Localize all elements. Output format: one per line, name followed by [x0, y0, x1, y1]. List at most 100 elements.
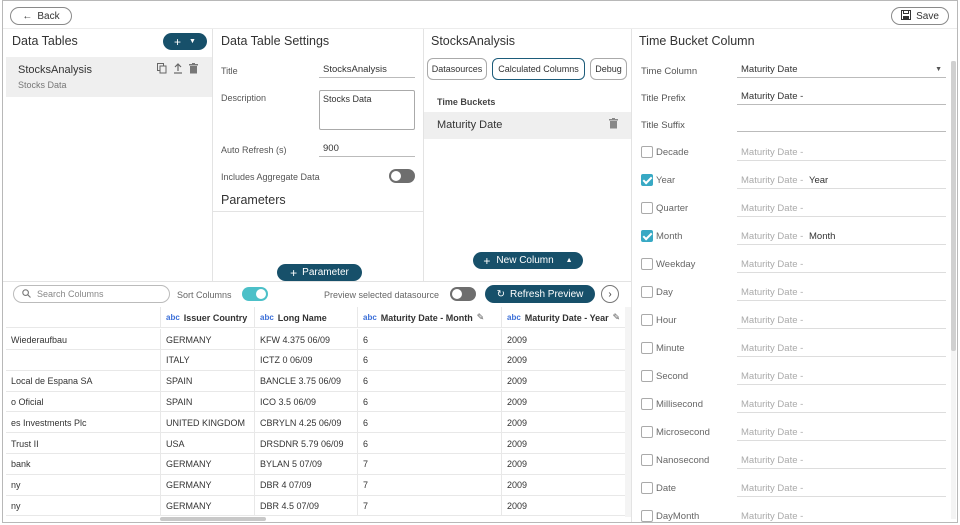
save-button[interactable]: Save [891, 7, 949, 25]
option-title-field[interactable]: Maturity Date - [737, 144, 946, 161]
option-label: Year [656, 175, 676, 186]
column-header[interactable]: abc Maturity Date - Year ✎ [502, 307, 630, 328]
table-cell: 6 [358, 391, 502, 413]
option-title-field[interactable]: Maturity Date - [737, 368, 946, 385]
bucket-option-row: Millisecond Maturity Date - [641, 396, 946, 413]
table-cell: 2009 [502, 329, 630, 350]
option-title-field[interactable]: Maturity Date - [737, 452, 946, 469]
scrollbar-thumb[interactable] [951, 61, 956, 351]
text-type-badge: abc [260, 313, 274, 322]
table-cell: 2009 [502, 412, 630, 434]
trash-icon[interactable] [609, 118, 618, 132]
text-type-badge: abc [166, 313, 180, 322]
table-cell: 2009 [502, 495, 630, 517]
checkbox[interactable] [641, 482, 653, 494]
title-input[interactable]: StocksAnalysis [319, 62, 415, 78]
option-prefix: Maturity Date - [741, 147, 804, 158]
back-label: Back [37, 10, 60, 22]
table-cell: 2009 [502, 453, 630, 475]
time-bucket-item[interactable]: Maturity Date [424, 112, 631, 139]
option-label: Microsecond [656, 427, 710, 438]
horizontal-scrollbar[interactable] [160, 517, 266, 521]
table-cell: Trust II [6, 433, 161, 454]
option-title-field[interactable]: Maturity Date - [737, 312, 946, 329]
option-label: Quarter [656, 203, 689, 214]
column-header[interactable]: abc Issuer Country [161, 307, 255, 328]
tab-calculated-columns[interactable]: Calculated Columns [492, 58, 585, 80]
search-columns-input[interactable]: Search Columns [13, 285, 170, 303]
preview-datasource-toggle[interactable] [450, 287, 476, 301]
tab-datasources[interactable]: Datasources [427, 58, 487, 80]
option-title-field[interactable]: Maturity Date - [737, 284, 946, 301]
data-table-item[interactable]: StocksAnalysis Stocks Data [6, 57, 212, 97]
back-button[interactable]: ← Back [10, 7, 72, 25]
new-column-button[interactable]: + New Column ▲ [473, 252, 583, 269]
checkbox[interactable] [641, 286, 653, 298]
scrollbar[interactable] [951, 61, 956, 519]
option-title-field[interactable]: Maturity Date - [737, 256, 946, 273]
option-title-field[interactable]: Maturity Date - [737, 340, 946, 357]
option-title-field[interactable]: Maturity Date - Month [737, 228, 946, 245]
table-cell: 2009 [502, 349, 630, 371]
table-row: ny GERMANY DBR 4.5 07/09 7 2009 [6, 495, 630, 517]
trash-icon[interactable] [189, 63, 198, 77]
copy-icon[interactable] [157, 63, 167, 77]
option-title-field[interactable]: Maturity Date - [737, 424, 946, 441]
text-type-badge: abc [507, 313, 521, 322]
title-suffix-input[interactable] [737, 115, 946, 132]
next-button[interactable]: › [601, 285, 619, 303]
settings-title: Data Table Settings [221, 34, 330, 48]
sort-columns-toggle[interactable] [242, 287, 268, 301]
time-column-select[interactable]: Maturity Date ▼ [737, 61, 946, 78]
parameters-title: Parameters [221, 193, 286, 207]
checkbox[interactable] [641, 398, 653, 410]
top-bar: ← Back Save [3, 1, 957, 29]
bucket-option-row: Quarter Maturity Date - [641, 200, 946, 217]
description-textarea[interactable]: Stocks Data [319, 90, 415, 130]
checkbox[interactable] [641, 202, 653, 214]
checkbox[interactable] [641, 510, 653, 522]
option-prefix: Maturity Date - [741, 343, 804, 354]
title-prefix-input[interactable]: Maturity Date - [737, 88, 946, 105]
checkbox[interactable] [641, 426, 653, 438]
scrollbar[interactable] [625, 307, 631, 517]
time-column-label: Time Column [641, 66, 698, 77]
checkbox[interactable] [641, 454, 653, 466]
checkbox[interactable] [641, 258, 653, 270]
edit-icon[interactable]: ✎ [613, 312, 621, 323]
option-title-field[interactable]: Maturity Date - [737, 200, 946, 217]
plus-icon: + [290, 265, 298, 280]
option-prefix: Maturity Date - [741, 315, 804, 326]
auto-refresh-input[interactable]: 900 [319, 141, 415, 157]
aggregate-toggle[interactable] [389, 169, 415, 183]
checkbox[interactable] [641, 146, 653, 158]
upload-icon[interactable] [173, 63, 183, 77]
caret-down-icon: ▼ [189, 38, 196, 45]
bucket-option-row: Second Maturity Date - [641, 368, 946, 385]
checkbox[interactable] [641, 342, 653, 354]
divider [423, 29, 424, 281]
option-title-field[interactable]: Maturity Date - [737, 508, 946, 522]
checkbox[interactable] [641, 174, 653, 186]
time-bucket-title: Time Bucket Column [639, 34, 755, 48]
time-buckets-label: Time Buckets [437, 97, 496, 107]
edit-icon[interactable]: ✎ [477, 312, 485, 323]
column-header[interactable] [6, 307, 161, 328]
checkbox[interactable] [641, 230, 653, 242]
option-title-field[interactable]: Maturity Date - Year [737, 172, 946, 189]
stocks-title: StocksAnalysis [431, 34, 516, 48]
option-title-field[interactable]: Maturity Date - [737, 396, 946, 413]
refresh-preview-button[interactable]: ↻ Refresh Preview [485, 285, 595, 303]
checkbox[interactable] [641, 314, 653, 326]
add-table-button[interactable]: + ▼ [163, 33, 207, 50]
table-cell: ny [6, 495, 161, 517]
option-title-field[interactable]: Maturity Date - [737, 480, 946, 497]
tab-debug[interactable]: Debug [590, 58, 627, 80]
checkbox[interactable] [641, 370, 653, 382]
add-parameter-button[interactable]: + Parameter [277, 264, 362, 281]
table-cell: 6 [358, 329, 502, 350]
column-header[interactable]: abc Maturity Date - Month ✎ [358, 307, 502, 328]
table-cell: ny [6, 474, 161, 496]
column-header[interactable]: abc Long Name [255, 307, 358, 328]
table-cell: SPAIN [161, 370, 255, 392]
